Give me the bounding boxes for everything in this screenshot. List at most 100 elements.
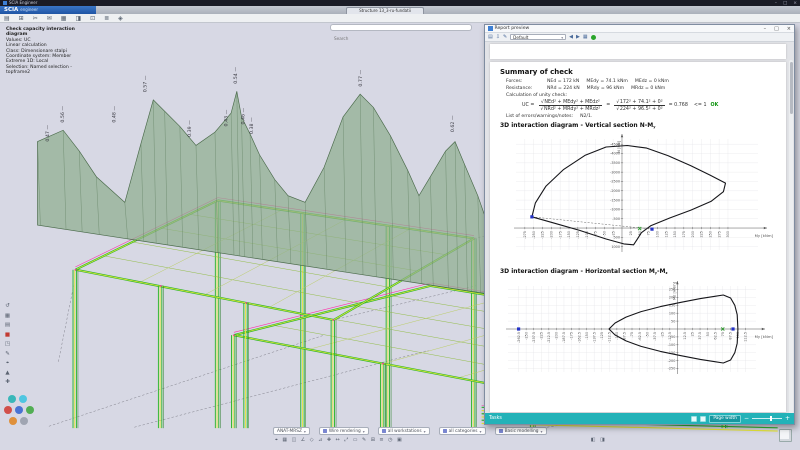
unity-check-value: 0.39 — bbox=[187, 120, 193, 137]
zoom-in-button[interactable]: + bbox=[785, 415, 790, 422]
up-icon[interactable]: ▲ bbox=[5, 370, 9, 376]
formula-equals: = bbox=[606, 103, 611, 108]
result-legend: Check capacity interaction diagram Value… bbox=[6, 27, 76, 76]
left-tool-rail: ↺ ▦ ▤ ■ ◳ ✎ ⌖ ▲ ✚ bbox=[2, 303, 13, 385]
layout-single-icon[interactable] bbox=[691, 415, 698, 422]
svg-text:125: 125 bbox=[664, 231, 668, 237]
maximize-button[interactable]: □ bbox=[783, 1, 787, 6]
input-panel-selector[interactable]: Basic modelling ▾ bbox=[494, 427, 547, 435]
report-minimize-button[interactable]: – bbox=[764, 26, 767, 32]
box-icon[interactable]: ▭ bbox=[353, 437, 358, 444]
svg-text:100: 100 bbox=[669, 311, 675, 315]
zoom-slider-thumb[interactable] bbox=[769, 416, 772, 421]
svg-text:-150: -150 bbox=[585, 332, 589, 340]
half-right-icon[interactable]: ◨ bbox=[600, 437, 605, 444]
angle-icon[interactable]: ∠ bbox=[301, 437, 305, 444]
list-icon[interactable]: ≡ bbox=[379, 437, 383, 444]
formula-result: = 0.768 bbox=[668, 103, 688, 108]
report-footer: Tasks Page width − + bbox=[485, 413, 794, 424]
send-icon[interactable]: ✉ bbox=[47, 15, 52, 23]
svg-text:-225: -225 bbox=[539, 332, 543, 340]
forces-label: Forces: bbox=[506, 79, 523, 84]
layout-double-icon[interactable] bbox=[700, 415, 707, 422]
view-cyan-button[interactable] bbox=[19, 395, 27, 403]
unity-check-area-diagram: 0.56 — 0.47 — 0.48 — 0.57 — 0.39 — 0.43 — 0.54… bbox=[37, 67, 489, 294]
input-panel-icon bbox=[498, 429, 503, 433]
zoom-out-button[interactable]: − bbox=[744, 415, 749, 422]
cross-icon[interactable]: ✚ bbox=[327, 437, 331, 444]
open-project-icon[interactable]: ⊞ bbox=[19, 15, 24, 23]
report-scrollbar[interactable] bbox=[789, 60, 793, 415]
page-width-button[interactable]: Page width bbox=[709, 414, 741, 423]
workstation-filter[interactable]: all workstations ▾ bbox=[377, 427, 430, 435]
formula-denominator: NRd² + MRdy² + MRdz² bbox=[538, 106, 602, 112]
list-icon[interactable]: ≣ bbox=[104, 15, 109, 23]
svg-text:-2500: -2500 bbox=[610, 179, 620, 183]
minimize-button[interactable]: – bbox=[775, 1, 777, 6]
resize-icon[interactable]: ⤢ bbox=[344, 437, 348, 444]
scrollbar-thumb[interactable] bbox=[789, 62, 793, 114]
table-icon[interactable]: ⊞ bbox=[371, 437, 375, 444]
view-orange-button[interactable] bbox=[9, 417, 17, 425]
select-icon[interactable]: ⊡ bbox=[90, 15, 95, 23]
view-settings-bar: ANAT-MRSZ ▾ Wire rendering ▾ all workstati… bbox=[273, 427, 547, 435]
edit-icon[interactable]: ✎ bbox=[503, 34, 507, 41]
report-close-button[interactable]: × bbox=[787, 26, 791, 32]
snap-target-icon[interactable]: ⌖ bbox=[275, 437, 278, 444]
render-icon[interactable]: ◨ bbox=[75, 15, 81, 23]
preset-dropdown[interactable]: Default ▾ bbox=[510, 33, 567, 41]
zoom-slider[interactable] bbox=[751, 416, 782, 421]
alert-red-button[interactable] bbox=[4, 406, 12, 414]
triangle-icon[interactable]: ⊿ bbox=[318, 437, 322, 444]
unity-check-value: 0.62 — bbox=[450, 115, 456, 132]
rendering-label: Wire rendering bbox=[328, 428, 361, 434]
draw-icon[interactable]: ✎ bbox=[362, 437, 366, 444]
new-document-icon[interactable]: ▤ bbox=[4, 15, 10, 23]
view-icon[interactable]: ◈ bbox=[118, 15, 123, 23]
node-icon[interactable]: ◇ bbox=[310, 437, 314, 444]
mesh-icon[interactable]: ▦ bbox=[5, 313, 10, 319]
workstation-icon bbox=[381, 429, 386, 433]
view-blue-button[interactable] bbox=[15, 406, 23, 414]
svg-text:37.5: 37.5 bbox=[698, 332, 702, 340]
svg-text:-137.5: -137.5 bbox=[592, 332, 596, 343]
clock-icon[interactable]: ◷ bbox=[388, 437, 392, 444]
layers-icon[interactable]: ▤ bbox=[5, 322, 10, 328]
undo-icon[interactable]: ↺ bbox=[5, 303, 10, 309]
export-icon[interactable]: ⇩ bbox=[496, 34, 500, 41]
add-icon[interactable]: ✚ bbox=[5, 379, 10, 385]
force-medz: MEdz = 0 kNm bbox=[634, 79, 669, 84]
view-green-button[interactable] bbox=[26, 406, 34, 414]
target-icon[interactable]: ⌖ bbox=[6, 360, 9, 366]
rendering-selector[interactable]: Wire rendering ▾ bbox=[318, 427, 369, 435]
category-filter[interactable]: all categories ▾ bbox=[438, 427, 486, 435]
load-case-selector[interactable]: ANAT-MRSZ ▾ bbox=[273, 427, 310, 435]
report-maximize-button[interactable]: □ bbox=[774, 26, 779, 32]
view-teal-button[interactable] bbox=[8, 395, 16, 403]
report-content[interactable]: Summary of check Forces: NEd = 172 kN MEdy… bbox=[485, 42, 794, 415]
document-tab[interactable]: Structure 13_3-ru-fundatii bbox=[346, 7, 424, 14]
svg-text:200: 200 bbox=[691, 231, 695, 237]
section-icon[interactable]: ◳ bbox=[5, 341, 10, 347]
filled-box-icon[interactable]: ▣ bbox=[397, 437, 402, 444]
half-left-icon[interactable]: ◧ bbox=[591, 437, 596, 444]
grid-snap-icon[interactable]: ▦ bbox=[282, 437, 287, 444]
section2-heading: 3D interaction diagram - Horizontal sect… bbox=[500, 267, 668, 275]
page-next-icon[interactable]: ▶ bbox=[576, 34, 580, 41]
navigation-cube[interactable] bbox=[779, 429, 792, 442]
report-title: Report preview bbox=[494, 26, 530, 31]
stop-icon[interactable]: ■ bbox=[5, 332, 10, 338]
page-prev-icon[interactable]: ◀ bbox=[569, 34, 573, 41]
report-titlebar[interactable]: Report preview – □ × bbox=[485, 25, 794, 33]
print-icon[interactable]: ▤ bbox=[488, 34, 493, 41]
table-icon[interactable]: ▦ bbox=[583, 34, 588, 41]
edit-icon[interactable]: ✎ bbox=[5, 351, 10, 357]
cut-icon[interactable]: ✂ bbox=[33, 15, 38, 23]
axis-icon[interactable]: ↔ bbox=[336, 437, 340, 444]
section1-heading: 3D interaction diagram - Vertical sectio… bbox=[500, 121, 656, 129]
close-button[interactable]: × bbox=[793, 1, 797, 6]
regenerate-icon[interactable] bbox=[590, 34, 596, 40]
grid-icon[interactable]: ▦ bbox=[61, 15, 67, 23]
view-gray-button[interactable] bbox=[20, 417, 28, 425]
plane-icon[interactable]: ◫ bbox=[292, 437, 297, 444]
